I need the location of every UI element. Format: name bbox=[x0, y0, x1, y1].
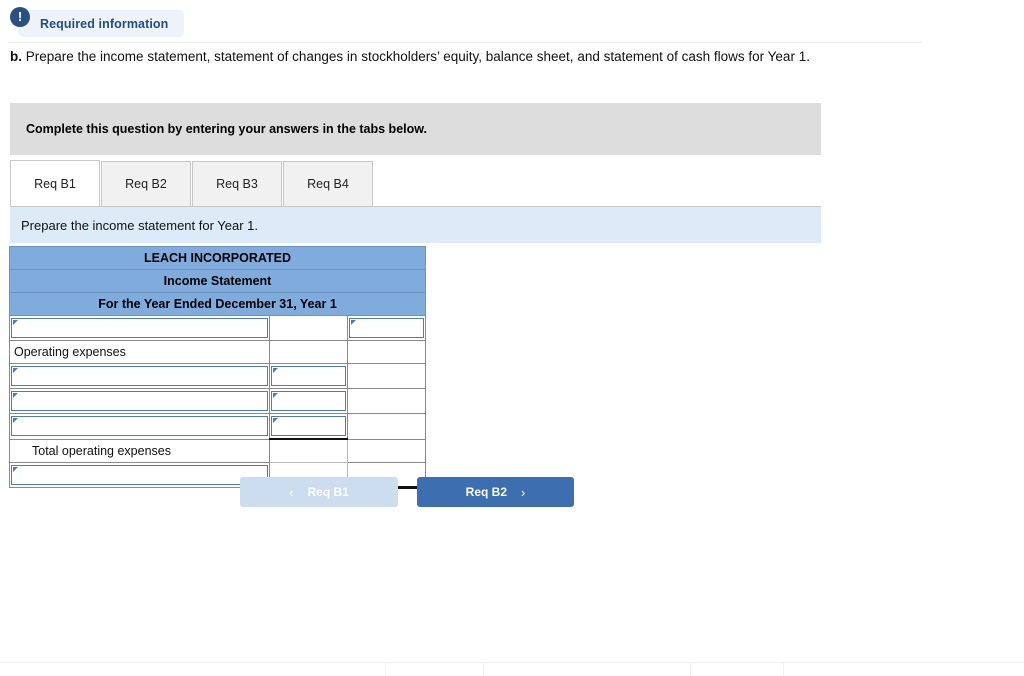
statement-period-row: For the Year Ended December 31, Year 1 bbox=[8, 292, 427, 316]
instruction-bar: Complete this question by entering your … bbox=[10, 103, 821, 155]
row3-right-cell bbox=[346, 363, 427, 389]
company-name: LEACH INCORPORATED bbox=[8, 246, 427, 270]
statement-period: For the Year Ended December 31, Year 1 bbox=[8, 292, 427, 316]
footer-tick bbox=[690, 663, 691, 676]
question-prompt: b. Prepare the income statement, stateme… bbox=[10, 48, 890, 66]
sub-instruction-text: Prepare the income statement for Year 1. bbox=[21, 217, 259, 233]
footer-divider bbox=[0, 662, 1024, 663]
footer-tick bbox=[783, 663, 784, 676]
row7-label-cell[interactable] bbox=[9, 462, 270, 488]
tab-req-b1[interactable]: Req B1 bbox=[10, 160, 100, 206]
row4-label-cell[interactable] bbox=[9, 388, 270, 414]
row4-label-input[interactable] bbox=[11, 391, 268, 411]
row4-mid-cell[interactable] bbox=[269, 388, 348, 414]
row5-label-input[interactable] bbox=[11, 416, 268, 437]
total-operating-expenses-label: Total operating expenses bbox=[32, 443, 171, 458]
tab-req-b4[interactable]: Req B4 bbox=[283, 161, 373, 206]
row5-mid-input[interactable] bbox=[271, 416, 346, 436]
row2-right-cell bbox=[346, 340, 427, 364]
table-row bbox=[9, 413, 427, 440]
statement-type: Income Statement bbox=[8, 269, 427, 293]
question-text: Prepare the income statement, statement … bbox=[22, 49, 810, 64]
prev-requirement-label: Req B1 bbox=[307, 485, 349, 499]
table-row: Operating expenses bbox=[9, 340, 427, 364]
statement-title-row: LEACH INCORPORATED bbox=[8, 246, 427, 270]
table-row: Total operating expenses bbox=[9, 438, 427, 463]
tab-req-b2[interactable]: Req B2 bbox=[101, 161, 191, 206]
statement-type-row: Income Statement bbox=[8, 269, 427, 293]
row2-mid-cell bbox=[269, 340, 348, 364]
row1-amount-cell[interactable] bbox=[346, 315, 427, 341]
row1-mid-cell bbox=[269, 315, 348, 341]
header-divider bbox=[8, 42, 922, 43]
next-requirement-button[interactable]: Req B2 › bbox=[417, 477, 574, 507]
sub-instruction-bar: Prepare the income statement for Year 1. bbox=[10, 207, 821, 243]
row7-label-input[interactable] bbox=[11, 465, 268, 485]
row3-label-input[interactable] bbox=[11, 366, 268, 386]
question-marker: b. bbox=[10, 49, 22, 64]
required-information-label: Required information bbox=[40, 16, 169, 31]
footer-tick bbox=[385, 663, 386, 676]
required-information-pill: Required information bbox=[18, 10, 185, 37]
row1-label-input[interactable] bbox=[11, 318, 268, 338]
row3-mid-input[interactable] bbox=[271, 366, 346, 386]
next-requirement-label: Req B2 bbox=[465, 485, 507, 499]
footer-tick bbox=[483, 663, 484, 676]
row5-label-cell[interactable] bbox=[9, 413, 270, 440]
total-operating-expenses-label-cell: Total operating expenses bbox=[9, 438, 270, 463]
tab-req-b3[interactable]: Req B3 bbox=[192, 161, 282, 206]
row5-mid-cell[interactable] bbox=[269, 413, 348, 440]
exclamation-icon: ! bbox=[10, 7, 30, 27]
total-operating-expenses-right-cell bbox=[346, 438, 427, 463]
row1-amount-input[interactable] bbox=[349, 318, 425, 338]
chevron-left-icon: ‹ bbox=[289, 484, 294, 500]
chevron-right-icon: › bbox=[521, 484, 526, 500]
row4-right-cell bbox=[346, 388, 427, 414]
instruction-bar-text: Complete this question by entering your … bbox=[26, 122, 427, 136]
row5-right-cell bbox=[346, 413, 427, 440]
row3-label-cell[interactable] bbox=[9, 363, 270, 389]
row1-label-cell[interactable] bbox=[9, 315, 270, 341]
total-operating-expenses-mid-cell bbox=[269, 438, 348, 463]
operating-expenses-label: Operating expenses bbox=[14, 345, 126, 359]
prev-requirement-button[interactable]: ‹ Req B1 bbox=[240, 477, 398, 507]
row3-mid-cell[interactable] bbox=[269, 363, 348, 389]
requirement-tabs: Req B1 Req B2 Req B3 Req B4 bbox=[10, 160, 821, 207]
row4-mid-input[interactable] bbox=[271, 391, 346, 411]
operating-expenses-label-cell: Operating expenses bbox=[9, 340, 270, 364]
table-row bbox=[9, 363, 427, 389]
table-row bbox=[9, 315, 427, 341]
table-row bbox=[9, 388, 427, 414]
income-statement-table: LEACH INCORPORATED Income Statement For … bbox=[8, 246, 427, 489]
